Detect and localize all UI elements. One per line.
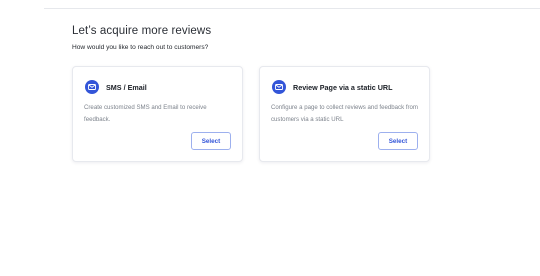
page-title: Let’s acquire more reviews bbox=[72, 25, 212, 37]
card-description: Create customized SMS and Email to recei… bbox=[84, 104, 207, 123]
select-static-url-button[interactable]: Select bbox=[378, 132, 418, 150]
card-title: Review Page via a static URL bbox=[293, 82, 393, 92]
card-description: Configure a page to collect reviews and … bbox=[271, 104, 419, 123]
static-url-card: Review Page via a static URL Configure a… bbox=[259, 66, 430, 162]
top-divider bbox=[44, 8, 540, 9]
page: Let’s acquire more reviews How would you… bbox=[0, 0, 540, 276]
sms-email-card: SMS / Email Create customized SMS and Em… bbox=[72, 66, 243, 162]
page-subtitle: How would you like to reach out to custo… bbox=[72, 44, 209, 51]
message-icon bbox=[85, 80, 99, 94]
select-sms-email-button[interactable]: Select bbox=[191, 132, 231, 150]
card-title: SMS / Email bbox=[106, 82, 147, 92]
link-icon bbox=[272, 80, 286, 94]
